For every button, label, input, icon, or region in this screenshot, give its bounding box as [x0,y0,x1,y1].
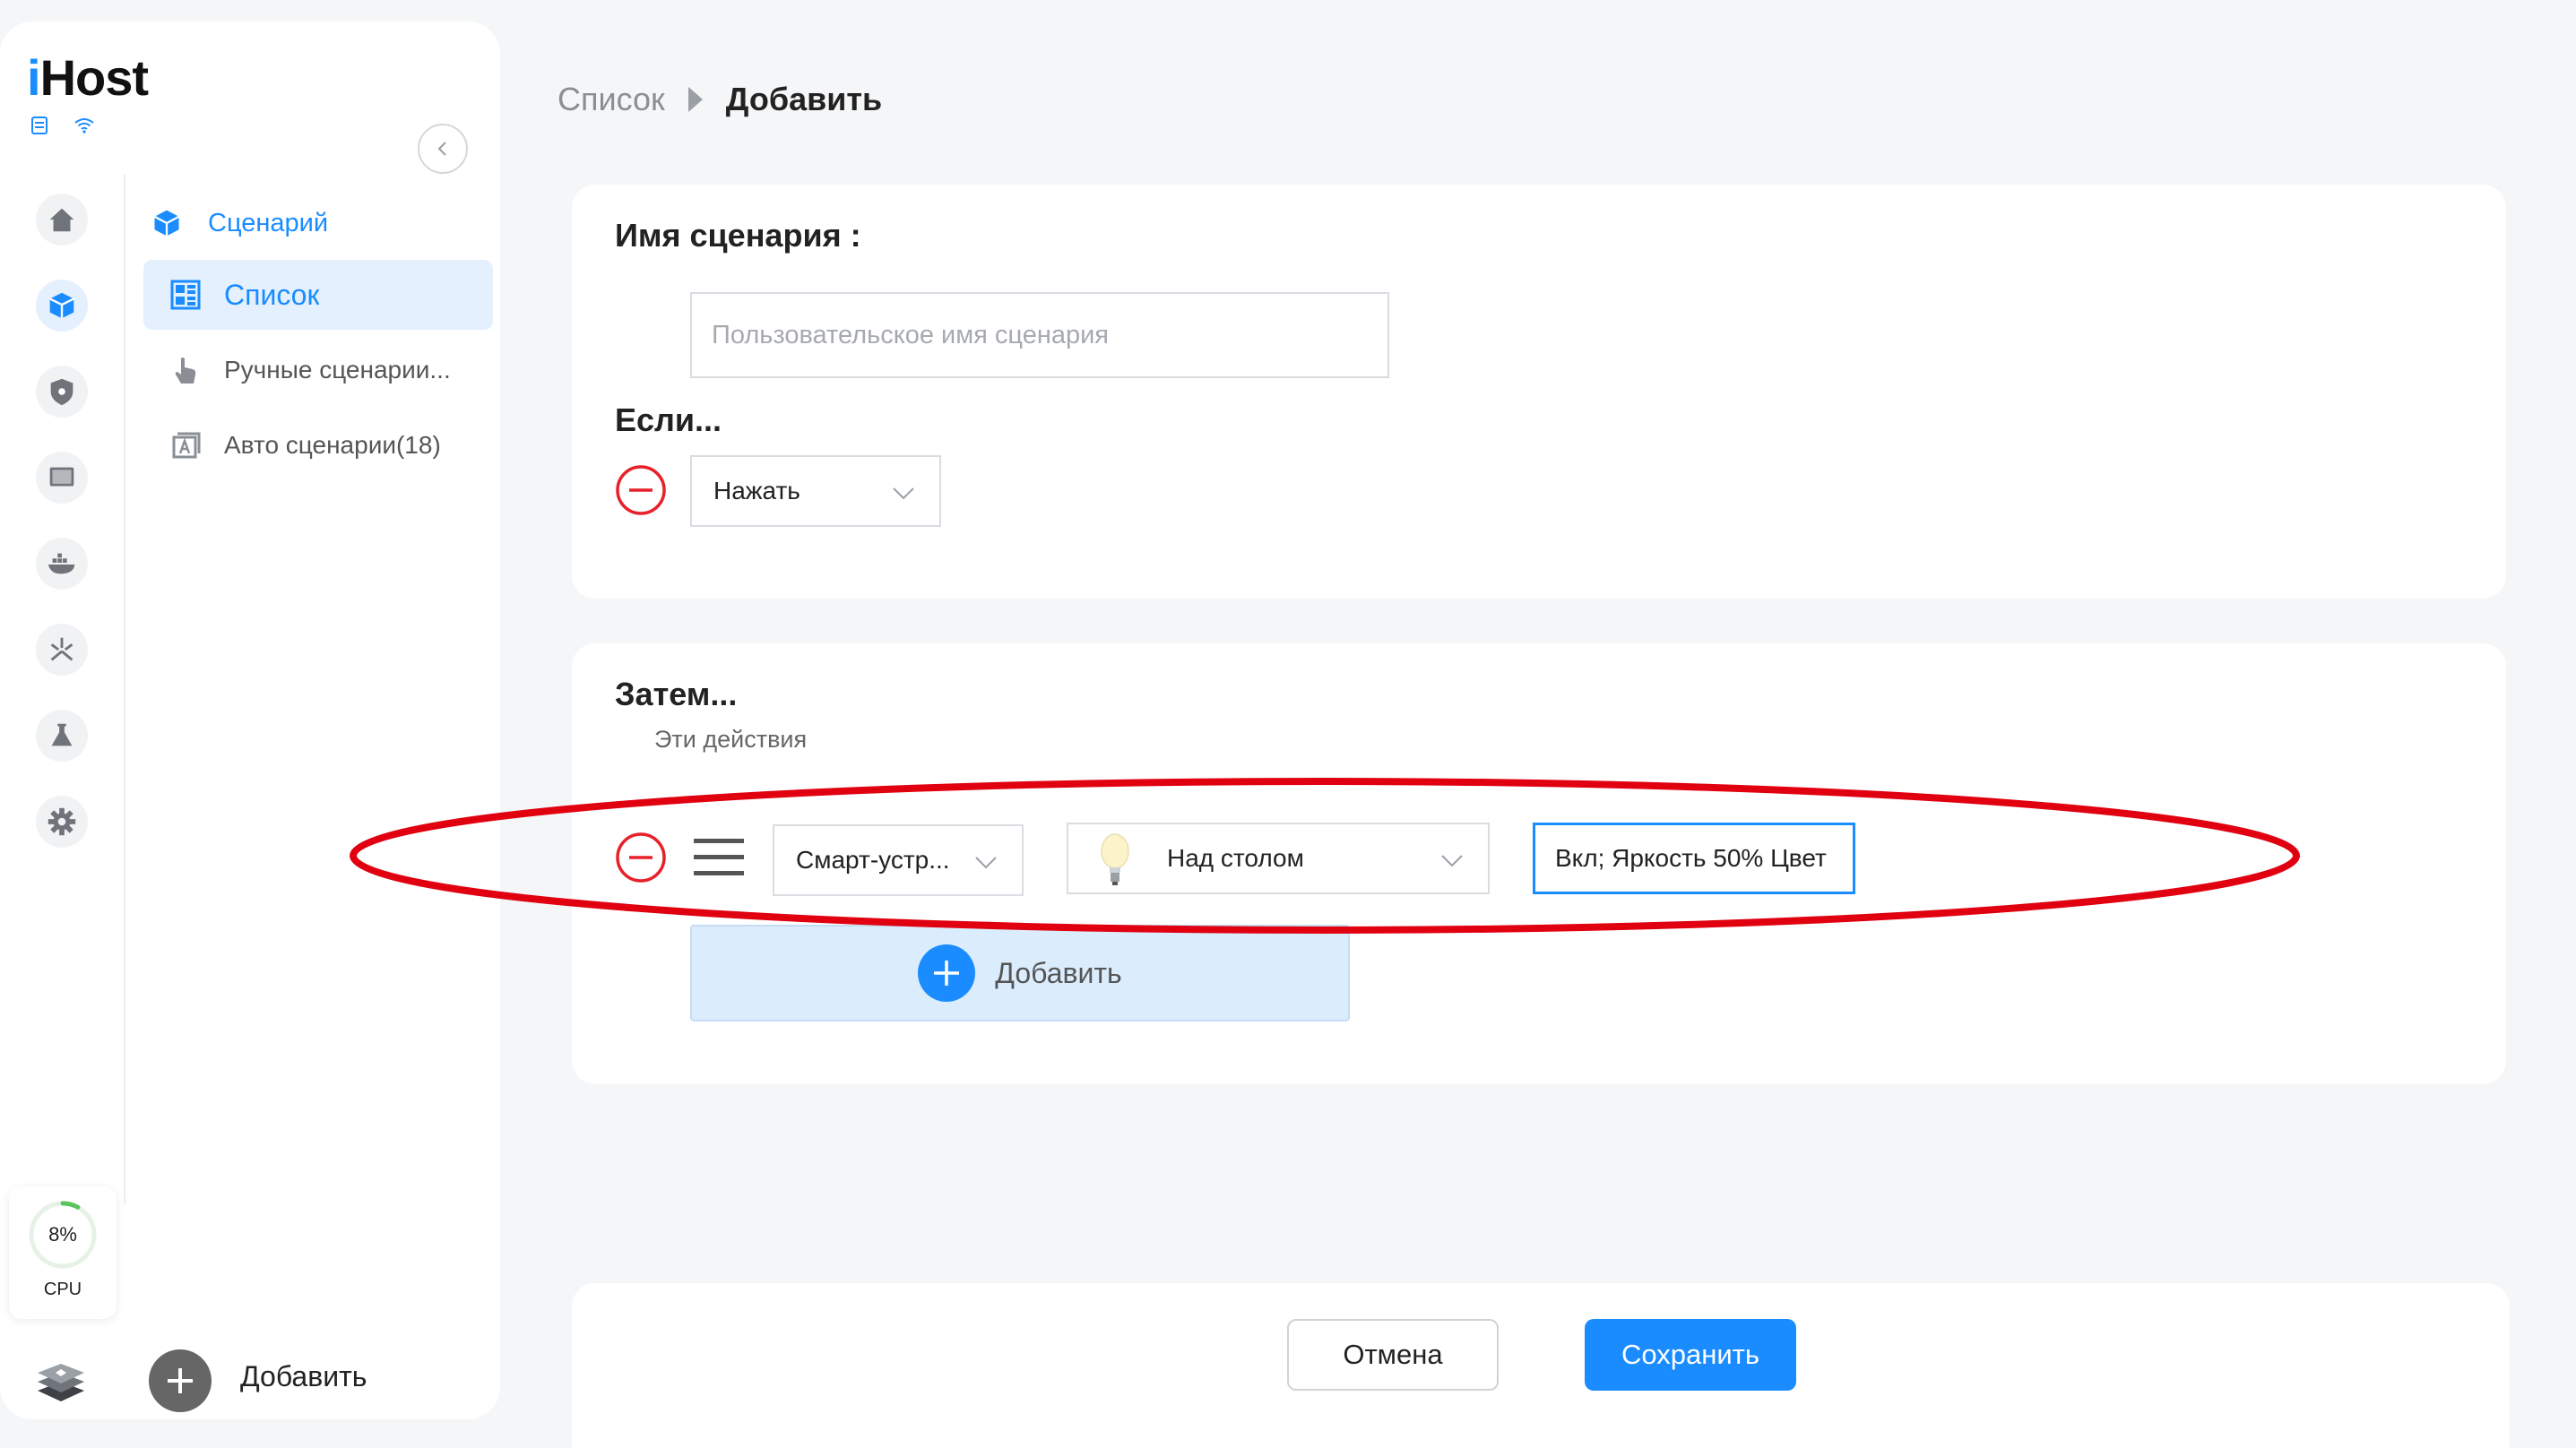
drag-handle[interactable] [694,835,744,880]
server-icon [29,115,50,136]
action-type-value: Смарт-устр... [796,846,950,874]
chevron-down-icon [893,487,914,500]
layers-icon[interactable] [34,1355,88,1409]
lab-flask-icon [51,723,73,746]
action-type-select[interactable]: Смарт-устр... [773,824,1024,896]
remove-action-button[interactable] [615,832,667,883]
rail-network[interactable] [36,624,88,676]
app-root: iHost Сценарий Список Ручные сценарии...… [0,0,2576,1448]
device-state-field[interactable]: Вкл; Яркость 50% Цвет [1533,823,1855,894]
cpu-label: CPU [43,1280,82,1299]
chevron-left-icon [437,142,446,156]
cpu-value: 8% [48,1223,77,1245]
shield-icon [50,378,73,406]
device-select-value: Над столом [1167,844,1304,872]
network-icon [50,637,73,661]
collapse-sidebar-button[interactable] [418,124,468,174]
trigger-select[interactable]: Нажать [690,455,941,527]
breadcrumb-root[interactable]: Список [558,81,665,118]
drag-lines-icon [694,839,744,875]
nav-item-manual-scenes[interactable]: Ручные сценарии... [143,335,493,405]
breadcrumb-separator-icon [687,87,703,112]
cpu-ring: 8% [27,1199,99,1271]
scene-cube-icon [49,292,74,319]
rail-home[interactable] [36,194,88,246]
nav-group-scene[interactable]: Сценарий [143,192,493,254]
cpu-usage-card: 8% CPU [9,1186,117,1319]
trigger-select-value: Нажать [713,477,800,504]
footer-bar [572,1283,2510,1448]
status-icons [29,115,95,136]
save-button[interactable]: Сохранить [1585,1319,1796,1391]
add-action-button[interactable]: Добавить [690,925,1350,1021]
breadcrumb: Список Добавить [558,81,882,118]
wifi-icon [73,115,95,136]
screen-icon [49,467,74,487]
chevron-down-icon [975,857,997,869]
home-icon [49,208,74,232]
sidebar-add-label[interactable]: Добавить [240,1360,367,1393]
minus-circle-icon [616,465,666,515]
rail-docker[interactable] [36,538,88,590]
add-action-label: Добавить [995,956,1122,989]
cancel-button[interactable]: Отмена [1287,1319,1499,1391]
auto-scene-icon [172,432,201,459]
rail-display[interactable] [36,452,88,504]
breadcrumb-current: Добавить [725,81,883,117]
hand-pointer-icon [175,358,196,384]
list-grid-icon [170,280,201,310]
sidebar: iHost Сценарий Список Ручные сценарии...… [0,22,500,1419]
actions-title: Затем... [615,676,738,712]
actions-subtitle: Эти действия [654,726,808,753]
chevron-down-icon [1441,855,1463,867]
scene-name-label: Имя сценария : [615,217,861,254]
scene-cube-icon [153,210,180,237]
nav-item-auto-scenes[interactable]: Авто сценарии(18) [143,410,493,480]
scene-nav: Сценарий Список Ручные сценарии... Авто … [143,192,493,480]
scene-settings-card [572,185,2506,599]
icon-rail [0,174,125,1204]
plus-icon [168,1368,193,1393]
docker-icon [48,553,75,574]
plus-circle-icon [918,944,976,1002]
light-bulb-icon [1101,833,1129,885]
device-select[interactable]: Над столом [1067,823,1490,894]
scene-name-input[interactable] [690,292,1389,378]
minus-circle-icon [616,832,666,883]
nav-item-list[interactable]: Список [143,260,493,330]
device-state-value: Вкл; Яркость 50% Цвет [1555,844,1827,872]
nav-group-label: Сценарий [208,208,329,237]
gear-icon [48,807,76,836]
rail-scene[interactable] [36,280,88,332]
rail-lab[interactable] [36,710,88,762]
remove-condition-button[interactable] [615,464,667,516]
rail-settings[interactable] [36,796,88,848]
sidebar-add-button[interactable] [149,1349,212,1412]
condition-title: Если... [615,401,722,438]
rail-security[interactable] [36,366,88,418]
app-logo: iHost [27,49,149,106]
